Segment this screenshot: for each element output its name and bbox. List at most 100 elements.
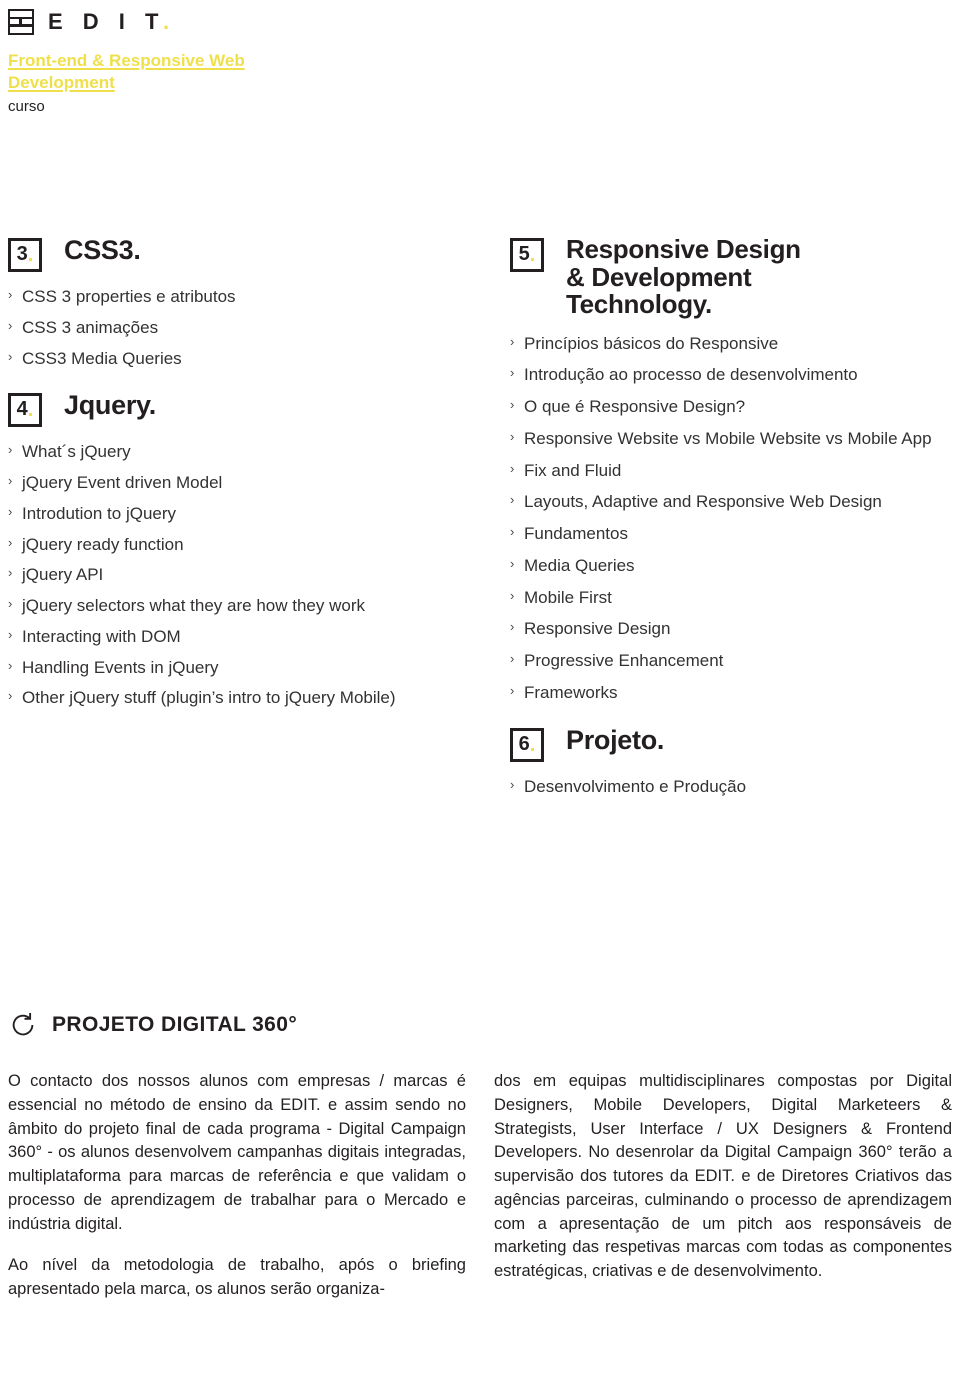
module-projeto: 6. Projeto. › Desenvolvimento e Produção (510, 726, 960, 798)
module-number: 6 (518, 732, 530, 755)
module-responsive-design: 5. Responsive Design & Development Techn… (510, 234, 960, 704)
chevron-right-icon: › (510, 555, 515, 571)
module-number: 4 (16, 398, 28, 421)
topic-label: CSS 3 properties e atributos (22, 287, 236, 306)
module-number-badge: 6. (510, 727, 544, 762)
module-number-badge: 4. (8, 393, 42, 428)
chevron-right-icon: › (8, 348, 13, 364)
chevron-right-icon: › (8, 503, 13, 519)
list-item: › CSS3 Media Queries (8, 348, 500, 370)
chevron-right-icon: › (510, 587, 515, 603)
topic-label: Fix and Fluid (524, 460, 622, 480)
module-number-badge: 3. (8, 238, 42, 272)
list-item: › O que é Responsive Design? (510, 396, 960, 418)
projeto-digital-section: PROJETO DIGITAL 360° O contacto dos noss… (8, 1010, 952, 1302)
list-item: › Other jQuery stuff (plugin’s intro to j… (8, 687, 500, 709)
topic-label: Desenvolvimento e Produção (524, 776, 747, 796)
topic-label: jQuery selectors what they are how they … (22, 596, 365, 615)
brand-wordmark-dot: . (163, 9, 177, 34)
modules-column-left: 3. CSS3. › CSS 3 properties e atributos ›… (0, 236, 500, 819)
list-item: › Interacting with DOM (8, 626, 500, 648)
brand-wordmark-text: E D I T (48, 9, 164, 34)
list-item: › Fix and Fluid (510, 460, 960, 482)
module-topic-list: › What´s jQuery › jQuery Event driven Mode… (8, 441, 500, 709)
brand-logo: E D I T. (0, 0, 960, 36)
page-subtitle: curso (8, 97, 45, 115)
topic-label: Responsive Website vs Mobile Website vs … (524, 428, 932, 448)
topic-label: Interacting with DOM (22, 626, 181, 646)
chevron-right-icon: › (510, 428, 515, 444)
list-item: › Princípios básicos do Responsive (510, 333, 960, 355)
topic-label: jQuery API (22, 565, 104, 585)
module-title: Responsive Design & Development Technolo… (566, 234, 801, 320)
module-title: Projeto. (566, 724, 665, 755)
topic-label: CSS 3 animações (22, 317, 159, 337)
refresh-circle-360-icon (12, 1013, 34, 1036)
page-header: E D I T. Front-end & Responsive Web Deve… (0, 0, 960, 116)
module-number-dot: . (27, 244, 34, 266)
list-item: › jQuery ready function (8, 534, 500, 556)
module-topic-list: › Princípios básicos do Responsive › Intro… (510, 333, 960, 704)
chevron-right-icon: › (510, 397, 515, 413)
topic-label: Responsive Design (524, 619, 671, 639)
chevron-right-icon: › (510, 333, 515, 349)
topic-label: Handling Events in jQuery (22, 657, 219, 677)
projeto-digital-header: PROJETO DIGITAL 360° (8, 1010, 952, 1040)
module-number-dot: . (529, 244, 536, 266)
module-topic-list: › CSS 3 properties e atributos › CSS 3 ani… (8, 286, 500, 369)
topic-label: Princípios básicos do Responsive (524, 333, 779, 353)
topic-label: Frameworks (524, 682, 618, 702)
chevron-right-icon: › (8, 626, 13, 642)
chevron-right-icon: › (8, 565, 13, 581)
projeto-digital-column-right: dos em equipas multidisciplinares compos… (494, 1070, 952, 1302)
topic-label: O que é Responsive Design? (524, 397, 746, 417)
topic-label: jQuery Event driven Model (22, 473, 223, 492)
chevron-right-icon: › (510, 524, 515, 540)
chevron-right-icon: › (8, 287, 13, 302)
topic-label: Layouts, Adaptive and Responsive Web Des… (524, 492, 882, 512)
list-item: › Handling Events in jQuery (8, 657, 500, 679)
topic-label: Mobile First (524, 587, 612, 607)
chevron-right-icon: › (510, 776, 515, 792)
list-item: › Introdução ao processo de desenvolvimen… (510, 364, 960, 386)
module-title: CSS3. (64, 235, 141, 265)
chevron-right-icon: › (510, 651, 515, 667)
list-item: › Frameworks (510, 682, 960, 704)
module-jquery: 4. Jquery. › What´s jQuery › jQuery Event … (8, 391, 500, 709)
list-item: › Fundamentos (510, 523, 960, 545)
topic-label: What´s jQuery (22, 442, 131, 462)
modules-column-right: 5. Responsive Design & Development Techn… (500, 234, 960, 819)
chevron-right-icon: › (510, 460, 515, 476)
paragraph: Ao nível da metodologia de trabalho, apó… (8, 1256, 466, 1298)
list-item: › What´s jQuery (8, 441, 500, 463)
list-item: › Desenvolvimento e Produção (510, 776, 960, 798)
topic-label: Other jQuery stuff (plugin’s intro to jQ… (22, 688, 396, 708)
list-item: › Introdution to jQuery (8, 503, 500, 525)
topic-label: Progressive Enhancement (524, 651, 724, 671)
projeto-digital-title: PROJETO DIGITAL 360° (52, 1013, 298, 1036)
chevron-right-icon: › (8, 596, 13, 611)
module-number-dot: . (529, 733, 536, 756)
module-number: 3 (16, 243, 28, 265)
topic-label: Fundamentos (524, 524, 628, 544)
module-header: 5. Responsive Design & Development Techn… (510, 234, 960, 320)
chevron-right-icon: › (8, 688, 13, 704)
projeto-digital-column-left: O contacto dos nossos alunos com empresa… (8, 1070, 466, 1302)
projeto-digital-body: O contacto dos nossos alunos com empresa… (8, 1070, 952, 1302)
paragraph: dos em equipas multidisciplinares compos… (494, 1072, 952, 1280)
list-item: › Layouts, Adaptive and Responsive Web De… (510, 491, 960, 513)
module-css3: 3. CSS3. › CSS 3 properties e atributos ›… (8, 236, 500, 369)
module-header: 4. Jquery. (8, 391, 500, 428)
module-number-dot: . (27, 399, 34, 422)
topic-label: Introdução ao processo de desenvolviment… (524, 365, 858, 385)
page-title: Front-end & Responsive Web Development (8, 51, 245, 92)
module-number: 5 (518, 243, 530, 265)
module-topic-list: › Desenvolvimento e Produção (510, 776, 960, 798)
list-item: › Responsive Website vs Mobile Website vs… (510, 428, 960, 450)
paragraph: O contacto dos nossos alunos com empresa… (8, 1072, 466, 1233)
chevron-right-icon: › (8, 473, 13, 488)
modules-section: 3. CSS3. › CSS 3 properties e atributos ›… (0, 234, 960, 819)
list-item: › Media Queries (510, 555, 960, 577)
module-header: 6. Projeto. (510, 726, 960, 762)
topic-label: CSS3 Media Queries (22, 348, 182, 368)
